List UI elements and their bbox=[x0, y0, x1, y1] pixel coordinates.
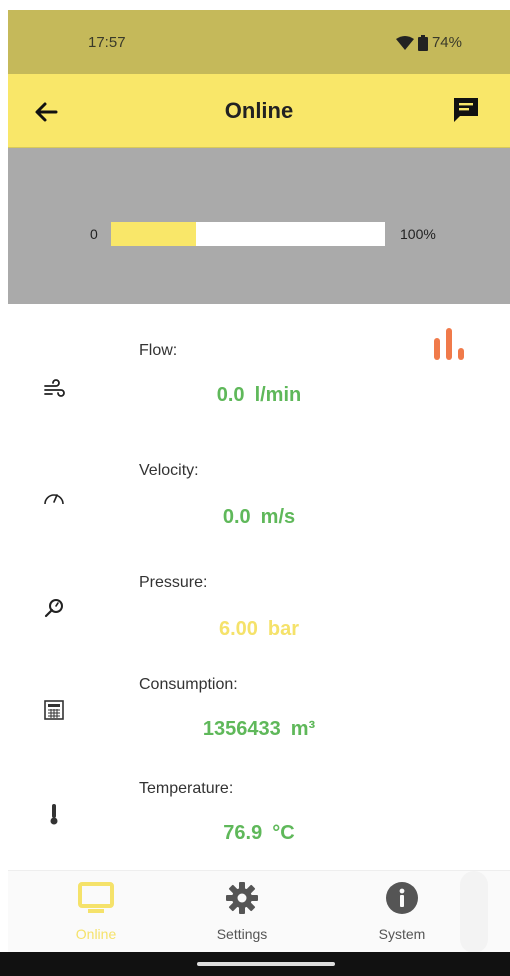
status-bar: 17:57 74% bbox=[8, 10, 510, 74]
home-gesture-handle[interactable] bbox=[197, 962, 335, 966]
metric-label: Pressure: bbox=[139, 574, 208, 591]
metrics-list: Flow: 0.0 l/min Velocity: 0.0 m/s Pressure… bbox=[8, 318, 510, 870]
progress-panel: 0 100% bbox=[8, 148, 510, 304]
nav-item-online[interactable]: Online bbox=[46, 881, 146, 942]
metric-value: 76.9 °C bbox=[223, 822, 295, 844]
battery-level: 74% bbox=[431, 34, 462, 51]
page-title: Online bbox=[224, 98, 294, 123]
metric-label: Flow: bbox=[139, 342, 178, 359]
pressure-gauge-icon bbox=[44, 599, 63, 618]
status-indicators: 74% bbox=[395, 34, 462, 51]
metric-value: 6.00 bar bbox=[218, 618, 300, 640]
metric-pressure: Pressure: 6.00 bar bbox=[8, 560, 510, 670]
metric-flow: Flow: 0.0 l/min bbox=[8, 336, 510, 446]
metric-label: Temperature: bbox=[139, 780, 234, 797]
metric-label: Consumption: bbox=[139, 676, 238, 693]
progress-bar bbox=[111, 222, 385, 246]
system-gesture-bar bbox=[0, 952, 510, 976]
nav-label: Online bbox=[75, 926, 117, 942]
status-time: 17:57 bbox=[88, 34, 126, 51]
bottom-navigation: Online Settings System bbox=[8, 870, 510, 953]
metric-value: 0.0 m/s bbox=[222, 506, 296, 528]
nav-scroll-handle bbox=[460, 871, 488, 953]
metric-value: 0.0 l/min bbox=[216, 384, 302, 406]
nav-item-system[interactable]: System bbox=[352, 881, 452, 942]
metric-value: 1356433 m³ bbox=[202, 718, 316, 740]
metric-velocity: Velocity: 0.0 m/s bbox=[8, 448, 510, 558]
battery-icon bbox=[417, 34, 428, 51]
nav-item-settings[interactable]: Settings bbox=[192, 881, 292, 942]
monitor-icon bbox=[78, 882, 114, 913]
progress-max-label: 100% bbox=[400, 226, 436, 242]
wifi-icon bbox=[395, 35, 414, 50]
metric-temperature: Temperature: 76.9 °C bbox=[8, 774, 510, 884]
chat-icon bbox=[454, 98, 478, 122]
progress-fill bbox=[111, 222, 196, 246]
app-bar: Online bbox=[8, 74, 510, 148]
progress-min-label: 0 bbox=[90, 226, 98, 242]
nav-label: System bbox=[378, 926, 426, 942]
messages-button[interactable] bbox=[450, 94, 482, 126]
info-icon bbox=[386, 882, 418, 914]
metric-consumption: Consumption: 1356433 m³ bbox=[8, 668, 510, 778]
gear-icon bbox=[226, 882, 258, 914]
nav-label: Settings bbox=[216, 926, 268, 942]
metric-label: Velocity: bbox=[139, 462, 199, 479]
